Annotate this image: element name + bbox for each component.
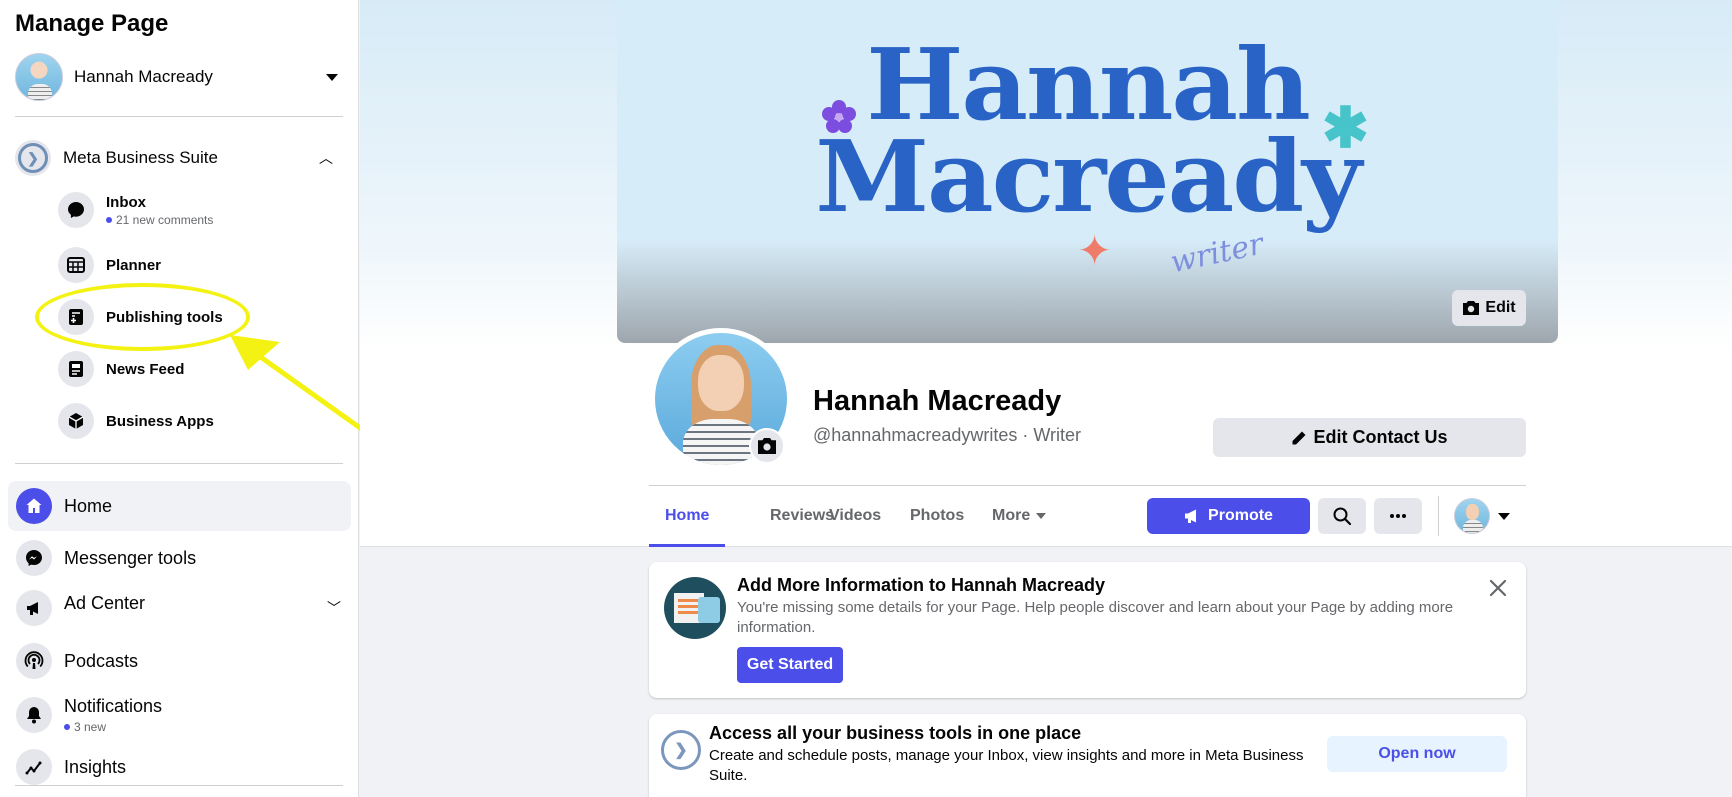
tab-photos[interactable]: Photos [894, 497, 980, 547]
meta-business-suite-icon: ❯ [15, 140, 51, 176]
megaphone-icon [1185, 509, 1197, 523]
page-handle: @hannahmacreadywrites · Writer [813, 425, 1082, 445]
tab-more[interactable]: More [976, 497, 1062, 547]
sidebar-item-inbox[interactable]: Inbox 21 new comments [58, 192, 338, 228]
meta-business-suite-toggle[interactable]: ❯ Meta Business Suite ︿ [15, 138, 343, 178]
edit-contact-button[interactable]: Edit Contact Us [1213, 418, 1526, 457]
tabs-divider [649, 485, 1526, 486]
page-switcher-name: Hannah Macready [74, 67, 213, 86]
business-suite-card: ❯ Access all your business tools in one … [649, 714, 1526, 797]
inbox-meta: 21 new comments [106, 213, 213, 227]
megaphone-icon [16, 590, 52, 626]
sidebar-item-label: Home [64, 495, 113, 516]
bell-icon [16, 697, 52, 733]
notifications-meta: 3 new [64, 720, 351, 734]
page-switcher[interactable]: Hannah Macready [15, 52, 343, 102]
sidebar-item-insights[interactable]: Insights [8, 747, 351, 787]
highlight-ellipse-annotation [35, 283, 250, 351]
notifications-count: 3 new [74, 720, 107, 734]
messenger-icon [16, 540, 52, 576]
tab-home[interactable]: Home [649, 497, 726, 547]
actions-divider [1438, 496, 1439, 536]
camera-icon [758, 438, 776, 454]
sidebar-item-messenger-tools[interactable]: Messenger tools [8, 533, 351, 583]
cube-icon [58, 403, 94, 439]
illustration-screen [698, 597, 720, 623]
calendar-icon [58, 247, 94, 283]
update-profile-picture-button[interactable] [749, 428, 785, 464]
get-started-button[interactable]: Get Started [737, 647, 843, 683]
info-illustration-icon [664, 577, 726, 639]
camera-icon [1463, 301, 1480, 315]
add-info-card: Add More Information to Hannah Macready … [649, 562, 1526, 698]
caret-down-icon [1498, 512, 1510, 520]
search-page-button[interactable] [1318, 498, 1366, 534]
edit-cover-button[interactable]: Edit [1452, 290, 1526, 326]
sidebar-item-notifications[interactable]: Notifications 3 new [8, 690, 351, 740]
sidebar-item-label: Notifications [64, 696, 163, 716]
business-suite-card-title: Access all your business tools in one pl… [709, 723, 1082, 743]
open-now-button[interactable]: Open now [1327, 736, 1507, 772]
illustration-stripe [678, 599, 700, 602]
meta-business-suite-label: Meta Business Suite [63, 148, 218, 167]
sidebar-divider [15, 463, 343, 464]
manage-page-sidebar: Manage Page Hannah Macready ❯ Meta Busin… [0, 0, 415, 797]
sidebar-item-label: Insights [64, 756, 127, 777]
sidebar-divider [15, 785, 343, 786]
sidebar-item-podcasts[interactable]: Podcasts [8, 636, 351, 686]
chevron-up-icon: ︿ [319, 150, 333, 166]
chat-bubble-icon [58, 192, 94, 228]
cover-title: Hannah Macready [815, 28, 1362, 235]
sidebar-item-ad-center[interactable]: Ad Center ﹀ [8, 583, 351, 633]
caret-down-icon [326, 73, 338, 81]
sidebar-item-label: Podcasts [64, 650, 139, 671]
account-switcher[interactable] [1454, 498, 1516, 534]
more-options-button[interactable] [1374, 498, 1422, 534]
profile-shirt [683, 419, 759, 465]
unread-dot [64, 724, 70, 730]
promote-label: Promote [1208, 507, 1273, 524]
sidebar-item-label: News Feed [106, 360, 185, 378]
sidebar-item-label: Inbox [106, 193, 146, 211]
sidebar-title: Manage Page [15, 10, 169, 37]
meta-business-suite-icon: ❯ [661, 730, 701, 770]
close-card-button[interactable] [1484, 574, 1512, 602]
pencil-icon [1292, 431, 1306, 444]
ellipsis-icon [1390, 514, 1406, 518]
business-suite-card-description: Create and schedule posts, manage your I… [709, 747, 1304, 784]
sidebar-item-home[interactable]: Home [8, 481, 351, 531]
home-icon [16, 488, 52, 524]
account-avatar [1454, 498, 1490, 534]
edit-contact-label: Edit Contact Us [1313, 427, 1448, 447]
sidebar-divider [15, 116, 343, 117]
news-feed-icon [58, 351, 94, 387]
sidebar-item-label: Planner [106, 256, 162, 274]
sidebar-item-planner[interactable]: Planner [58, 247, 338, 283]
sidebar-item-label: Business Apps [106, 412, 214, 430]
cover-photo: ✱ ✦ Hannah Macready writer Edit [617, 0, 1558, 343]
page-avatar [15, 53, 63, 101]
tab-more-label: More [992, 507, 1031, 524]
inbox-count: 21 new comments [116, 212, 214, 227]
unread-dot [106, 216, 112, 223]
search-icon [1333, 507, 1352, 526]
sidebar-item-label: Messenger tools [64, 547, 197, 568]
illustration-stripe [678, 605, 700, 608]
page-name: Hannah Macready [813, 385, 1062, 417]
illustration-stripe [678, 611, 700, 614]
add-info-description: You're missing some details for your Pag… [737, 599, 1454, 636]
chevron-down-icon: ﹀ [327, 600, 341, 616]
podcast-icon [16, 643, 52, 679]
sidebar-item-label: Ad Center [64, 592, 146, 613]
insights-chart-icon [16, 749, 52, 785]
promote-button[interactable]: Promote [1147, 498, 1310, 534]
tab-videos[interactable]: Videos [813, 497, 897, 547]
sparkle-decoration-icon: ✦ [1077, 227, 1113, 274]
add-info-title: Add More Information to Hannah Macready [737, 575, 1106, 595]
close-icon [1489, 579, 1507, 597]
edit-cover-label: Edit [1485, 299, 1516, 316]
profile-face [698, 355, 744, 411]
caret-down-icon [1036, 512, 1047, 519]
